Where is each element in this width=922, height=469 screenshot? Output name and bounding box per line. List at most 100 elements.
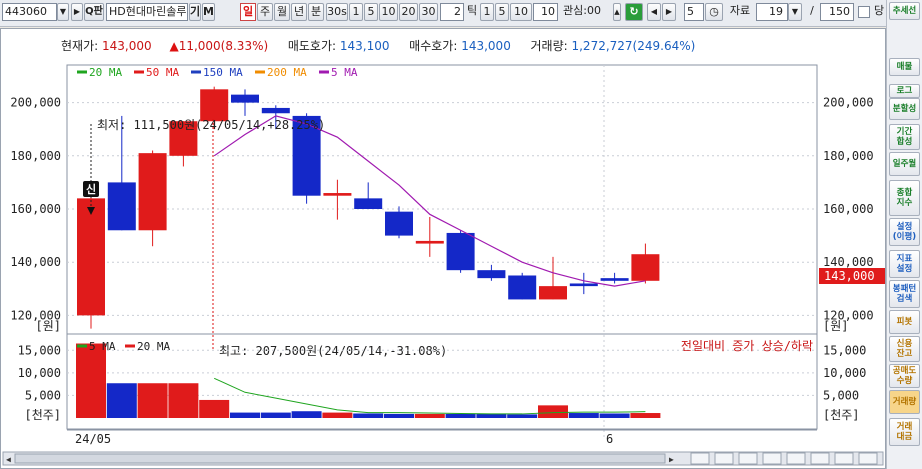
sidebar-item-3[interactable]: 분할성 [889, 98, 920, 120]
tick-value-text: 10 [541, 5, 555, 18]
volume-tick-label-right: 10,000 [823, 366, 866, 380]
step-value-text: 5 [687, 5, 694, 18]
tick-10-label: 10 [514, 5, 528, 18]
prev-icon [762, 452, 782, 465]
stock-code-field[interactable]: 443060 [2, 3, 57, 21]
clock-icon[interactable]: ◷ [705, 3, 723, 21]
step-input[interactable]: 5 [684, 3, 704, 21]
interval-10-label: 10 [381, 5, 396, 18]
sidebar-item-7[interactable]: 설정 (이평) [889, 218, 920, 246]
tick-input[interactable]: 2 [440, 3, 464, 21]
current-price-tag: 143,000 [824, 269, 875, 283]
tick-5-button[interactable]: 5 [495, 3, 509, 21]
volume-bar [414, 413, 445, 418]
tick-10-button[interactable]: 10 [510, 3, 532, 21]
tick-1-button[interactable]: 1 [480, 3, 494, 21]
period-month-button[interactable]: 월 [274, 3, 290, 21]
price-tick-label-left: 180,000 [10, 149, 61, 163]
sidebar-item-14[interactable]: 거래 대금 [889, 418, 920, 446]
candle-body [600, 278, 629, 281]
tick-value-input[interactable]: 10 [533, 3, 558, 21]
interval-1-button[interactable]: 1 [349, 3, 363, 21]
sidebar-item-9[interactable]: 봉패턴 검색 [889, 280, 920, 308]
candle-body [77, 198, 105, 316]
zoom-in-icon [690, 452, 710, 465]
stock-info-button[interactable]: 기 [189, 3, 201, 21]
sidebar-item-6[interactable]: 종합 지수 [889, 180, 920, 216]
period-day-button[interactable]: 일 [240, 3, 256, 21]
stock-chart[interactable]: 120,000 120,000140,000 140,000160,000 160,0… [1, 29, 885, 468]
price-unit-left: [원] [36, 319, 62, 333]
interval-20-button[interactable]: 20 [399, 3, 418, 21]
volume-tick-label-left: 15,000 [18, 343, 61, 357]
ma-legend-label: 50 MA [146, 66, 179, 79]
volume-note: 전일대비 증가 상승/하락 [681, 339, 813, 353]
sidebar-item-12[interactable]: 공매도 수량 [889, 364, 920, 388]
interval-5-button[interactable]: 5 [364, 3, 378, 21]
interval-30s-label: 30s [327, 5, 347, 18]
volume-bar [199, 399, 230, 418]
interval-10-button[interactable]: 10 [379, 3, 398, 21]
refresh-icon[interactable]: ↻ [625, 3, 643, 21]
sidebar-item-8[interactable]: 지표 설정 [889, 250, 920, 278]
play-arrow-icon[interactable]: ▶ [71, 3, 83, 21]
data-count-text: 19 [769, 5, 783, 18]
code-dropdown-icon[interactable]: ▼ [57, 3, 69, 21]
period-month-label: 월 [276, 5, 288, 18]
volume-tick-label-right: 15,000 [823, 343, 866, 357]
volume-bar [291, 411, 322, 418]
scroll-right-icon: ▶ [669, 455, 674, 464]
candle-body [631, 254, 660, 281]
price-tick-label-right: 200,000 [823, 96, 874, 110]
chart-panel[interactable]: 현재가: 143,000 ▲11,000(8.33%) 매도호가: 143,10… [0, 28, 886, 469]
interval-30-button[interactable]: 30 [419, 3, 438, 21]
period-week-button[interactable]: 주 [257, 3, 273, 21]
sidebar-item-4[interactable]: 기간 합성 [889, 124, 920, 150]
volume-legend-label: 5 MA [89, 340, 116, 353]
price-tick-label-left: 200,000 [10, 96, 61, 110]
period-minute-button[interactable]: 분 [308, 3, 324, 21]
ma5-volume-line [213, 377, 646, 415]
stock-name-field[interactable]: HD현대마린솔루 [106, 3, 188, 21]
data-count-input[interactable]: 19 [756, 3, 788, 21]
price-tick-label-right: 180,000 [823, 149, 874, 163]
data-count-dropdown-icon[interactable]: ▼ [788, 3, 802, 21]
candle-body [569, 283, 598, 287]
prev-arrow-icon[interactable]: ◀ [647, 3, 661, 21]
sidebar-item-5[interactable]: 일주월 [889, 152, 920, 176]
tick-input-text: 2 [454, 5, 461, 18]
sidebar-item-0[interactable]: 추세선 [889, 2, 920, 20]
tick-1-label: 1 [483, 5, 491, 18]
tick-label: 틱 [466, 4, 478, 17]
total-input[interactable]: 150 [820, 3, 854, 21]
next-arrow-icon[interactable]: ▶ [662, 3, 676, 21]
candle-body [200, 89, 229, 122]
tick-5-label: 5 [498, 5, 506, 18]
option-checkbox[interactable] [858, 6, 870, 18]
candle-body [539, 286, 567, 300]
interest-spin-icon[interactable]: ▲ [613, 3, 621, 21]
interval-30s-button[interactable]: 30s [326, 3, 348, 21]
volume-bar [168, 383, 199, 418]
sidebar-item-10[interactable]: 피봇 [889, 310, 920, 334]
candle-body [107, 182, 136, 231]
volume-bar [568, 413, 599, 418]
volume-bar [599, 413, 630, 418]
ma-legend-label: 200 MA [267, 66, 307, 79]
sidebar-item-2[interactable]: 로그 [889, 84, 920, 98]
toolbar: 443060 ▼ ▶ Q판 HD현대마린솔루 기 M 일 주 월 년 분 30s… [0, 0, 922, 27]
sidebar-item-1[interactable]: 매물 [889, 58, 920, 76]
candle-body [385, 211, 413, 236]
sidebar-item-11[interactable]: 신용 잔고 [889, 336, 920, 362]
sidebar-item-13[interactable]: 거래량 [889, 390, 920, 414]
volume-unit-right: [천주] [823, 407, 860, 422]
volume-unit-left: [천주] [24, 407, 61, 422]
volume-bar [76, 343, 106, 418]
period-year-button[interactable]: 년 [291, 3, 307, 21]
candle-body [415, 240, 444, 244]
search-icon[interactable]: Q판 [84, 3, 104, 21]
option-label: 당 [873, 4, 885, 17]
volume-bar [538, 405, 568, 418]
memo-button[interactable]: M [202, 3, 215, 21]
low-annotation: 최저: 111,500원(24/05/14,+28.25%) [97, 118, 325, 132]
